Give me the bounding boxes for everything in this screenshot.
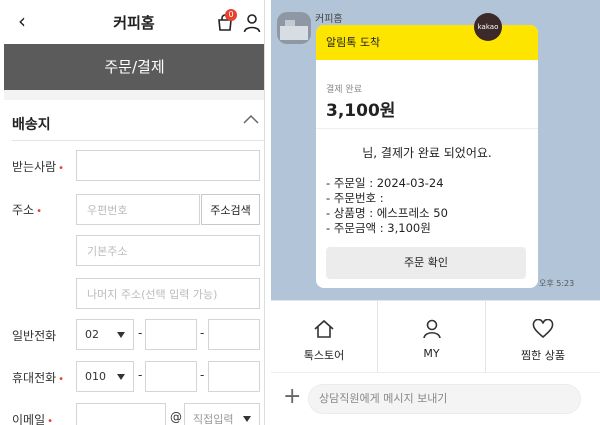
phone-middle-input[interactable] xyxy=(145,319,197,350)
shipping-section-title: 배송지 xyxy=(12,117,51,133)
payment-status-label: 결제 완료 xyxy=(326,85,362,95)
kakao-logo: kakao xyxy=(474,13,502,41)
phone-last-input[interactable] xyxy=(208,319,260,350)
email-label: 이메일 • xyxy=(12,413,54,425)
mobile-prefix-value: 010 xyxy=(85,370,106,383)
base-address-input[interactable]: 기본주소 xyxy=(76,235,260,266)
menu-label: 톡스토어 xyxy=(303,349,345,362)
menu-label: 찜한 상품 xyxy=(521,349,565,362)
mobile-prefix-select[interactable]: 010 xyxy=(76,361,134,392)
mobile-label: 휴대전화 • xyxy=(12,371,65,385)
section-divider xyxy=(12,140,264,141)
phone-label: 일반전화 xyxy=(12,329,57,343)
order-number: - 주문번호 : xyxy=(326,191,384,205)
sender-avatar[interactable] xyxy=(277,12,311,44)
address-search-button[interactable]: 주소검색 xyxy=(201,194,260,225)
product-name: - 상품명 : 에스프레소 50 xyxy=(326,206,448,220)
menu-my[interactable]: MY xyxy=(378,301,485,373)
person-icon xyxy=(422,319,441,339)
chevron-up-icon[interactable] xyxy=(242,112,260,126)
plus-icon[interactable]: + xyxy=(283,386,301,408)
email-id-input[interactable] xyxy=(76,403,166,425)
payment-amount: 3,100원 xyxy=(326,101,396,121)
avatar-building xyxy=(280,26,308,40)
menu-talk-store[interactable]: 톡스토어 xyxy=(271,301,377,373)
email-domain-select[interactable]: 직접입력 xyxy=(184,403,260,425)
phone-prefix-value: 02 xyxy=(85,328,99,341)
mobile-dash-2: - xyxy=(200,368,205,382)
menu-wishlist[interactable]: 찜한 상품 xyxy=(486,301,600,373)
mobile-last-input[interactable] xyxy=(208,361,260,392)
caret-down-icon xyxy=(117,331,125,338)
message-input-bar: + 상담직원에게 메시지 보내기 xyxy=(271,372,600,425)
cart-count-badge: 0 xyxy=(225,9,237,21)
menu-label: MY xyxy=(423,347,440,360)
phone-prefix-select[interactable]: 02 xyxy=(76,319,134,350)
caret-down-icon xyxy=(117,373,125,380)
heart-icon xyxy=(532,319,554,339)
chat-area: 커피홈 알림톡 도착 결제 완료 3,100원 님, 결제가 완료 되었어요. … xyxy=(271,0,600,300)
user-icon[interactable] xyxy=(243,13,261,33)
card-divider xyxy=(316,128,538,129)
recipient-input[interactable] xyxy=(76,150,260,181)
email-at-symbol: @ xyxy=(170,410,182,424)
alimtalk-card: 알림톡 도착 결제 완료 3,100원 님, 결제가 완료 되었어요. - 주문… xyxy=(316,25,538,288)
page-title: 주문/결제 xyxy=(4,44,264,90)
card-header: 알림톡 도착 xyxy=(316,25,538,60)
top-nav-bar: ‹ 커피홈 0 xyxy=(4,0,264,44)
home-icon xyxy=(314,319,334,338)
phone-dash-2: - xyxy=(200,326,205,340)
address-label: 주소 • xyxy=(12,203,42,217)
email-domain-value: 직접입력 xyxy=(193,412,234,425)
sender-name: 커피홈 xyxy=(315,14,343,25)
detail-address-input[interactable]: 나머지 주소(선택 입력 가능) xyxy=(76,278,260,309)
kakaotalk-panel: 커피홈 알림톡 도착 결제 완료 3,100원 님, 결제가 완료 되었어요. … xyxy=(271,0,600,425)
order-amount: - 주문금액 : 3,100원 xyxy=(326,221,431,235)
order-date: - 주문일 : 2024-03-24 xyxy=(326,176,444,190)
checkout-panel: ‹ 커피홈 0 주문/결제 배송지 받는사람 • 주소 • 우편번호 주소검색 기본… xyxy=(4,0,265,425)
message-timestamp: 오후 5:23 xyxy=(539,279,575,288)
phone-dash-1: - xyxy=(138,326,143,340)
section-gap xyxy=(4,90,264,100)
caret-down-icon xyxy=(243,415,251,422)
message-input[interactable]: 상담직원에게 메시지 보내기 xyxy=(308,384,581,414)
bottom-menu: 톡스토어 MY 찜한 상품 xyxy=(271,300,600,373)
zipcode-input[interactable]: 우편번호 xyxy=(76,194,200,225)
message-main: 님, 결제가 완료 되었어요. xyxy=(362,146,492,160)
order-confirm-button[interactable]: 주문 확인 xyxy=(326,247,526,279)
recipient-label: 받는사람 • xyxy=(12,160,65,174)
screenshot-page: ‹ 커피홈 0 주문/결제 배송지 받는사람 • 주소 • 우편번호 주소검색 기본… xyxy=(0,0,600,425)
mobile-dash-1: - xyxy=(138,368,143,382)
mobile-middle-input[interactable] xyxy=(145,361,197,392)
